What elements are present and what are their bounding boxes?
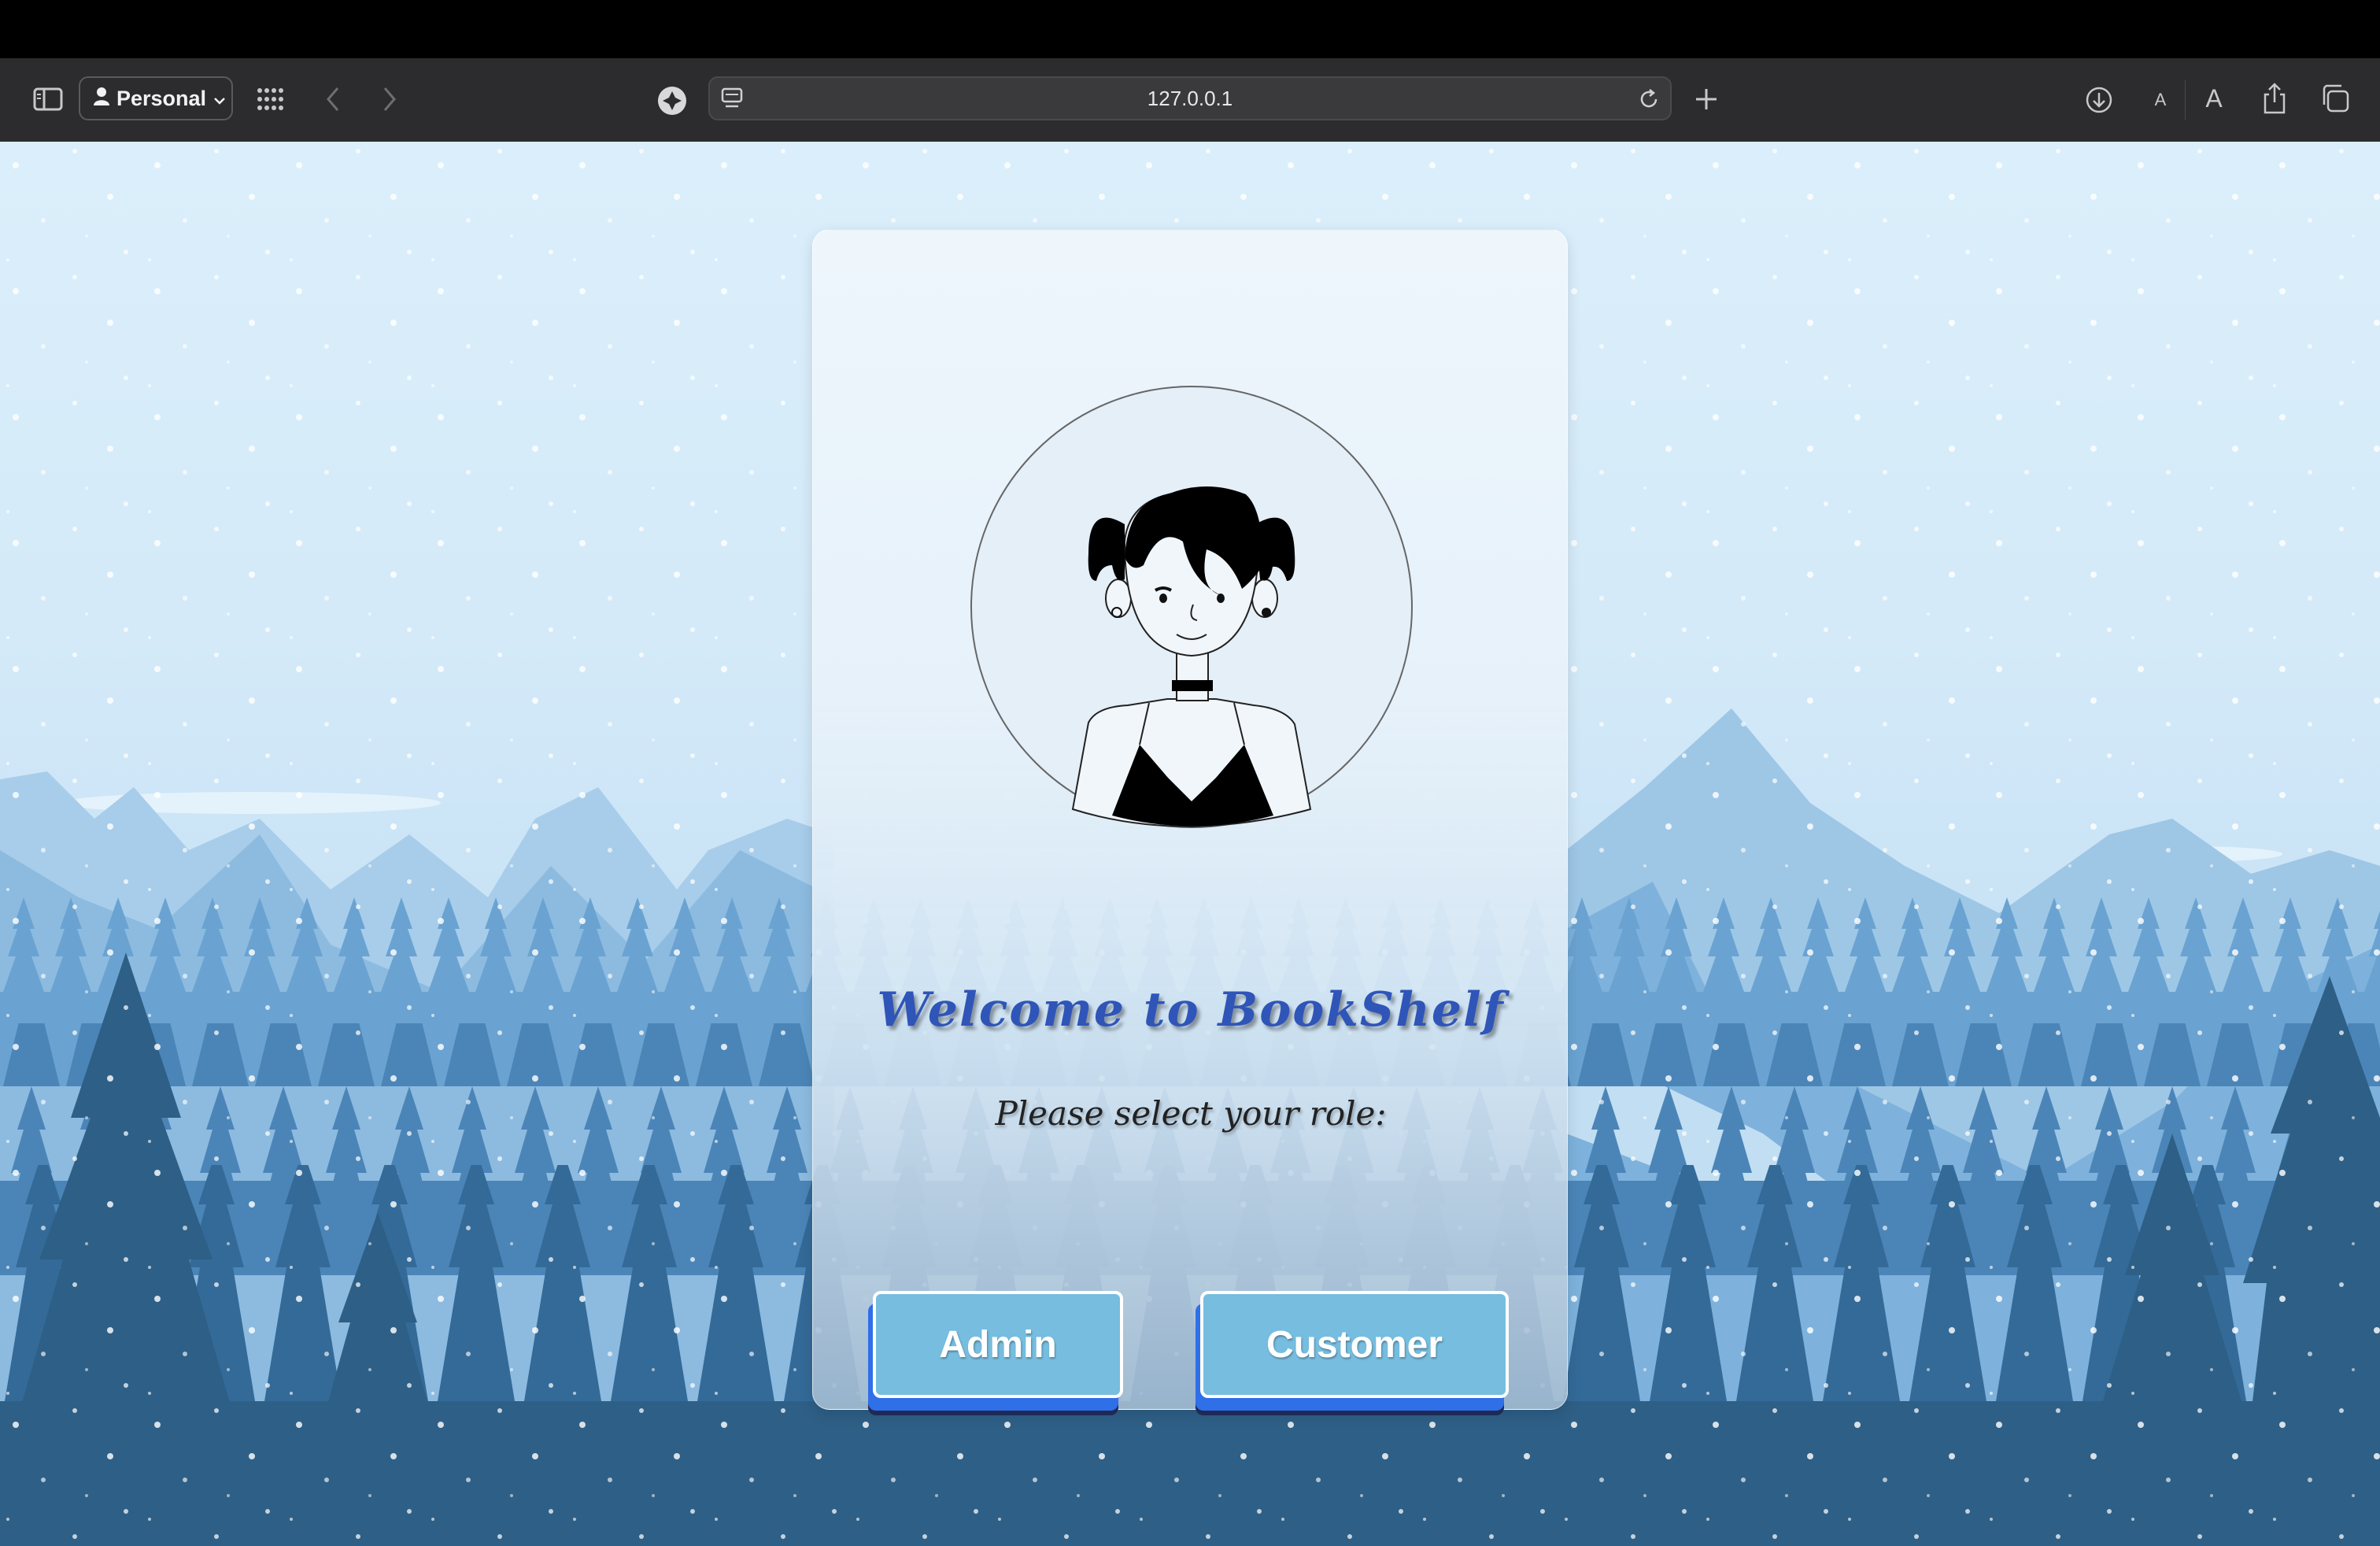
url-text: 127.0.0.1: [1147, 86, 1233, 110]
forward-arrow-icon[interactable]: [378, 83, 401, 115]
system-top-bar: [0, 0, 2380, 58]
decrease-text-size-button[interactable]: A: [2149, 87, 2172, 113]
sidebar-toggle-icon[interactable]: [30, 83, 66, 115]
reload-icon[interactable]: [1637, 87, 1661, 117]
browser-toolbar: Personal 127.0.0.1 A A: [0, 58, 2380, 142]
tabs-overview-icon[interactable]: [2319, 82, 2352, 115]
grid-icon[interactable]: [253, 82, 288, 117]
address-bar[interactable]: 127.0.0.1: [708, 76, 1672, 120]
page-menu-icon[interactable]: [721, 87, 743, 117]
share-icon[interactable]: [2259, 80, 2290, 117]
welcome-title: Welcome to BookShelf: [877, 982, 1505, 1037]
increase-text-size-button[interactable]: A: [2201, 83, 2227, 113]
person-icon: [93, 87, 110, 111]
back-arrow-icon[interactable]: [321, 83, 345, 115]
avatar-illustration: [970, 386, 1413, 828]
download-icon[interactable]: [2082, 83, 2116, 117]
customer-button[interactable]: Customer: [1200, 1291, 1509, 1398]
page-viewport: Welcome to BookShelf Please select your …: [0, 142, 2380, 1546]
role-prompt: Please select your role:: [995, 1094, 1387, 1133]
chevron-down-icon: [213, 87, 227, 111]
site-extension-icon[interactable]: [656, 85, 688, 117]
admin-button[interactable]: Admin: [873, 1291, 1123, 1398]
profile-label: Personal: [116, 86, 207, 110]
profile-button[interactable]: Personal: [79, 76, 233, 120]
divider: [2185, 80, 2186, 120]
new-tab-plus-icon[interactable]: [1691, 83, 1722, 115]
role-selection-card: Welcome to BookShelf Please select your …: [812, 229, 1568, 1410]
